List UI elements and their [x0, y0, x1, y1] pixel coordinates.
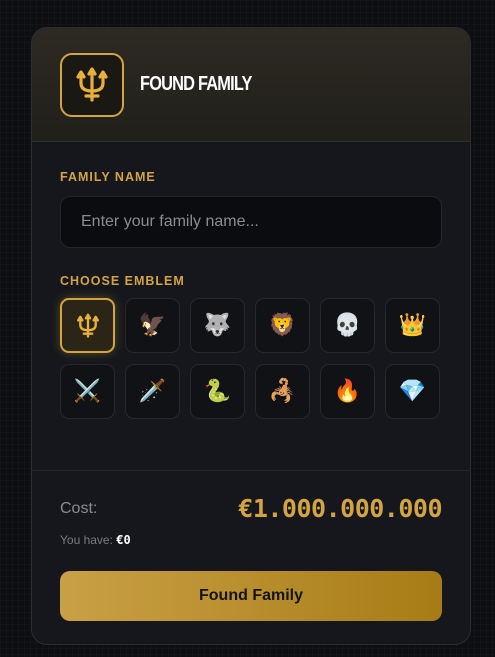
emblem-label: CHOOSE EMBLEM	[60, 274, 185, 288]
form-body: FAMILY NAME CHOOSE EMBLEM 🦅 🐺 🦁 💀 👑 ⚔️ 🗡️ 🐍 🦂 🔥 💎	[32, 142, 470, 419]
emblem-option-eagle[interactable]: 🦅	[125, 298, 180, 353]
cost-value: €1.000.000.000	[238, 494, 442, 523]
emblem-option-skull[interactable]: 💀	[320, 298, 375, 353]
gem-icon: 💎	[398, 379, 427, 404]
emblem-option-wolf[interactable]: 🐺	[190, 298, 245, 353]
emblem-option-gem[interactable]: 💎	[385, 364, 440, 419]
divider	[32, 470, 470, 471]
lion-icon: 🦁	[268, 313, 297, 338]
emblem-option-lion[interactable]: 🦁	[255, 298, 310, 353]
emblem-option-scorpion[interactable]: 🦂	[255, 364, 310, 419]
skull-icon: 💀	[333, 313, 362, 338]
scorpion-icon: 🦂	[268, 379, 297, 404]
emblem-grid: 🦅 🐺 🦁 💀 👑 ⚔️ 🗡️ 🐍 🦂 🔥 💎	[60, 298, 442, 419]
trident-icon	[76, 66, 108, 102]
emblem-option-fire[interactable]: 🔥	[320, 364, 375, 419]
cost-label: Cost:	[60, 499, 98, 517]
emblem-option-snake[interactable]: 🐍	[190, 364, 245, 419]
dagger-icon: 🗡️	[138, 379, 167, 404]
balance-row: You have: €0	[60, 533, 442, 547]
balance-value: €0	[116, 533, 131, 547]
family-logo	[60, 52, 124, 117]
emblem-option-dagger[interactable]: 🗡️	[125, 364, 180, 419]
emblem-option-crossed-swords[interactable]: ⚔️	[60, 364, 115, 419]
emblem-option-trident[interactable]	[60, 298, 115, 353]
emblem-option-crown[interactable]: 👑	[385, 298, 440, 353]
page-title: FOUND FAMILY	[140, 73, 252, 95]
cost-section: Cost: €1.000.000.000 You have: €0	[60, 494, 442, 547]
found-family-card: FOUND FAMILY FAMILY NAME CHOOSE EMBLEM 🦅…	[31, 27, 471, 645]
fire-icon: 🔥	[333, 379, 362, 404]
family-name-input[interactable]	[60, 196, 442, 248]
crossed-swords-icon: ⚔️	[73, 379, 102, 404]
card-header: FOUND FAMILY	[32, 28, 470, 142]
snake-icon: 🐍	[203, 379, 232, 404]
family-name-label: FAMILY NAME	[60, 170, 156, 184]
cost-row: Cost: €1.000.000.000	[60, 494, 442, 523]
trident-icon	[74, 312, 102, 340]
eagle-icon: 🦅	[138, 313, 167, 338]
wolf-icon: 🐺	[203, 313, 232, 338]
crown-icon: 👑	[398, 313, 427, 338]
found-family-button[interactable]: Found Family	[60, 571, 442, 621]
balance-label: You have:	[60, 533, 113, 547]
